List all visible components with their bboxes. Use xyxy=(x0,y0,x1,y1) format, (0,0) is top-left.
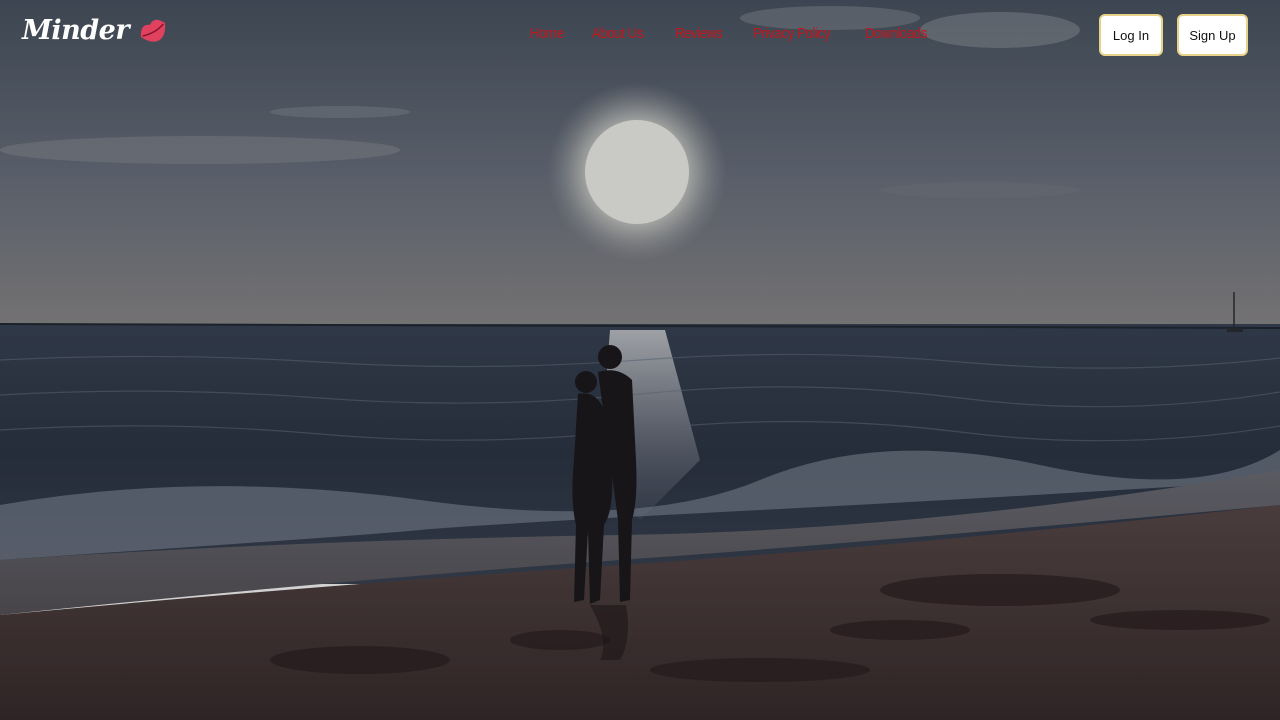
nav-link-privacy-policy[interactable]: Privacy Policy xyxy=(753,25,831,42)
hero-background-image xyxy=(0,0,1280,720)
login-button[interactable]: Log In xyxy=(1099,14,1163,56)
brand-logo[interactable]: Minder xyxy=(22,12,169,48)
nav-link-about-us[interactable]: About Us xyxy=(592,25,644,42)
signup-button[interactable]: Sign Up xyxy=(1177,14,1248,56)
lips-icon xyxy=(140,19,166,42)
nav-link-reviews[interactable]: Reviews xyxy=(675,25,723,42)
top-navbar: Minder Home About Us Reviews Privacy Pol… xyxy=(0,0,1280,70)
nav-link-downloads[interactable]: Downloads xyxy=(865,25,927,42)
nav-link-home[interactable]: Home xyxy=(530,25,564,42)
brand-name: Minder xyxy=(22,14,130,46)
landing-page: Minder Home About Us Reviews Privacy Pol… xyxy=(0,0,1280,720)
main-nav: Home About Us Reviews Privacy Policy Dow… xyxy=(530,25,935,42)
